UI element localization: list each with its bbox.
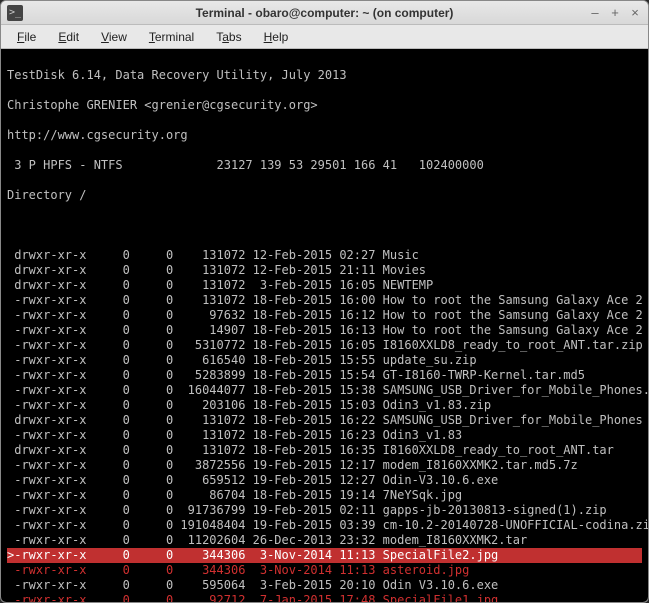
menu-tabs[interactable]: Tabs	[206, 28, 251, 46]
header-line: TestDisk 6.14, Data Recovery Utility, Ju…	[7, 68, 642, 83]
maximize-button[interactable]: +	[608, 6, 622, 20]
file-row[interactable]: -rwxr-xr-x 0 0 659512 19-Feb-2015 12:27 …	[7, 473, 642, 488]
file-row[interactable]: -rwxr-xr-x 0 0 5283899 18-Feb-2015 15:54…	[7, 368, 642, 383]
file-row[interactable]: drwxr-xr-x 0 0 131072 12-Feb-2015 21:11 …	[7, 263, 642, 278]
file-row[interactable]: -rwxr-xr-x 0 0 5310772 18-Feb-2015 16:05…	[7, 338, 642, 353]
file-row[interactable]: -rwxr-xr-x 0 0 595064 3-Feb-2015 20:10 O…	[7, 578, 642, 593]
file-row[interactable]: -rwxr-xr-x 0 0 97632 18-Feb-2015 16:12 H…	[7, 308, 642, 323]
file-row[interactable]: -rwxr-xr-x 0 0 14907 18-Feb-2015 16:13 H…	[7, 323, 642, 338]
minimize-button[interactable]: –	[588, 6, 602, 20]
terminal-icon: >_	[7, 5, 23, 21]
window-controls: – + ×	[588, 6, 642, 20]
file-row[interactable]: -rwxr-xr-x 0 0 11202604 26-Dec-2013 23:3…	[7, 533, 642, 548]
menu-help[interactable]: Help	[254, 28, 299, 46]
file-row[interactable]: -rwxr-xr-x 0 0 344306 3-Nov-2014 11:13 a…	[7, 563, 642, 578]
close-button[interactable]: ×	[628, 6, 642, 20]
file-row[interactable]: -rwxr-xr-x 0 0 131072 18-Feb-2015 16:23 …	[7, 428, 642, 443]
file-row[interactable]: -rwxr-xr-x 0 0 3872556 19-Feb-2015 12:17…	[7, 458, 642, 473]
file-row[interactable]: -rwxr-xr-x 0 0 131072 18-Feb-2015 16:00 …	[7, 293, 642, 308]
file-list: drwxr-xr-x 0 0 131072 12-Feb-2015 02:27 …	[7, 248, 642, 602]
file-row[interactable]: -rwxr-xr-x 0 0 191048404 19-Feb-2015 03:…	[7, 518, 642, 533]
file-row[interactable]: drwxr-xr-x 0 0 131072 12-Feb-2015 02:27 …	[7, 248, 642, 263]
app-window: >_ Terminal - obaro@computer: ~ (on comp…	[0, 0, 649, 603]
directory-line: Directory /	[7, 188, 642, 203]
window-title: Terminal - obaro@computer: ~ (on compute…	[1, 6, 648, 20]
menu-terminal[interactable]: Terminal	[139, 28, 204, 46]
file-row[interactable]: -rwxr-xr-x 0 0 86704 18-Feb-2015 19:14 7…	[7, 488, 642, 503]
file-row[interactable]: -rwxr-xr-x 0 0 616540 18-Feb-2015 15:55 …	[7, 353, 642, 368]
file-row[interactable]: -rwxr-xr-x 0 0 92712 7-Jan-2015 17:48 Sp…	[7, 593, 642, 602]
menu-edit[interactable]: Edit	[48, 28, 89, 46]
menu-view[interactable]: View	[91, 28, 137, 46]
file-row[interactable]: -rwxr-xr-x 0 0 91736799 19-Feb-2015 02:1…	[7, 503, 642, 518]
file-row[interactable]: >-rwxr-xr-x 0 0 344306 3-Nov-2014 11:13 …	[7, 548, 642, 563]
blank-line	[7, 218, 642, 233]
header-line: Christophe GRENIER <grenier@cgsecurity.o…	[7, 98, 642, 113]
terminal-output[interactable]: TestDisk 6.14, Data Recovery Utility, Ju…	[1, 49, 648, 602]
file-row[interactable]: drwxr-xr-x 0 0 131072 3-Feb-2015 16:05 N…	[7, 278, 642, 293]
file-row[interactable]: -rwxr-xr-x 0 0 16044077 18-Feb-2015 15:3…	[7, 383, 642, 398]
file-row[interactable]: drwxr-xr-x 0 0 131072 18-Feb-2015 16:22 …	[7, 413, 642, 428]
file-row[interactable]: -rwxr-xr-x 0 0 203106 18-Feb-2015 15:03 …	[7, 398, 642, 413]
titlebar[interactable]: >_ Terminal - obaro@computer: ~ (on comp…	[1, 1, 648, 25]
file-row[interactable]: drwxr-xr-x 0 0 131072 18-Feb-2015 16:35 …	[7, 443, 642, 458]
menu-file[interactable]: File	[7, 28, 46, 46]
header-line: http://www.cgsecurity.org	[7, 128, 642, 143]
partition-line: 3 P HPFS - NTFS 23127 139 53 29501 166 4…	[7, 158, 642, 173]
menubar: FileEditViewTerminalTabsHelp	[1, 25, 648, 49]
